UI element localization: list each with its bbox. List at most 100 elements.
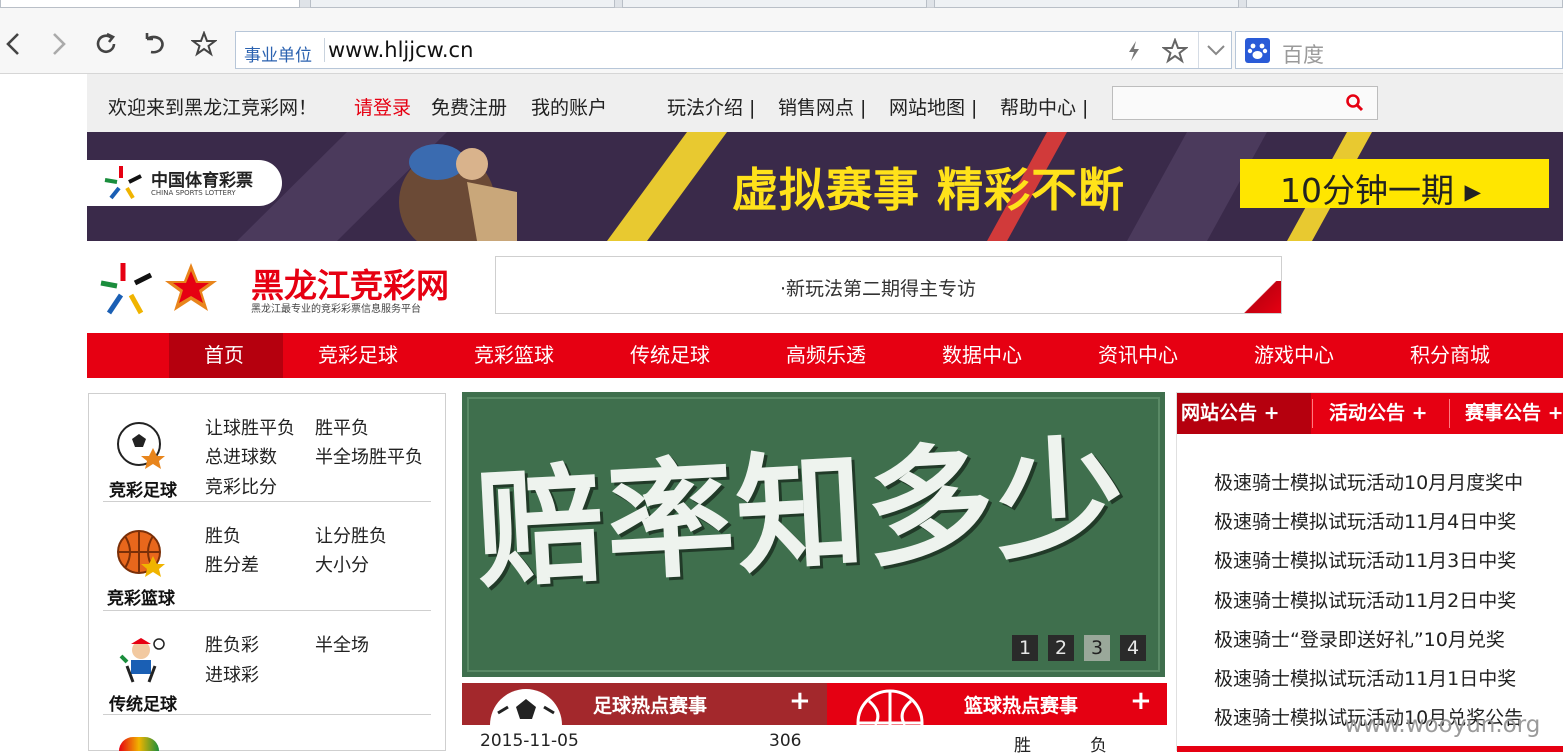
basketball-hot-header[interactable]: 篮球热点赛事 + [827,683,1167,756]
category-title[interactable]: 竞彩足球 [109,476,177,501]
dropdown-chevron-icon[interactable] [1206,42,1226,62]
basketball-hot-more-icon[interactable]: + [1130,686,1152,716]
slider-page-1[interactable]: 1 [1012,635,1038,661]
address-url[interactable]: www.hljjcw.cn [328,38,473,62]
lottery-logo-icon [103,164,143,206]
account-link[interactable]: 我的账户 [531,93,607,120]
top-link-sitemap[interactable]: 网站地图 | [889,93,977,120]
football-hot-header[interactable]: 足球热点赛事 + [462,683,827,756]
nav-home[interactable]: 首页 [204,333,244,378]
horse-jockey-image [377,132,527,241]
category-link[interactable]: 进球彩 [205,661,259,687]
site-search-input[interactable] [1112,86,1378,120]
lightning-icon[interactable] [1126,40,1142,66]
brand-row: 黑龙江竞彩网 黑龙江最专业的竞彩彩票信息服务平台 ·新玩法第二期得主专访 [87,241,1563,333]
category-divider [103,714,431,715]
login-link[interactable]: 请登录 [354,93,411,120]
browser-tab[interactable] [0,0,300,8]
site-top-bar: 欢迎来到黑龙江竞彩网！ 请登录 免费注册 我的账户 玩法介绍 | 销售网点 | … [87,74,1563,132]
football-hot-title: 足球热点赛事 [593,695,708,717]
register-link[interactable]: 免费注册 [431,93,507,120]
browser-tab[interactable] [310,0,615,8]
football-icon [115,420,167,476]
browser-tab-strip [0,0,1563,8]
address-bar[interactable]: 事业单位 www.hljjcw.cn [235,31,1232,69]
lottery-logo-pill: 中国体育彩票 CHINA SPORTS LOTTERY [87,160,282,206]
category-link[interactable]: 胜平负 [315,414,369,440]
news-item[interactable]: 极速骑士模拟试玩活动10月月度奖中 [1214,468,1523,495]
news-item[interactable]: 极速骑士模拟试玩活动11月2日中奖 [1214,586,1516,613]
category-link[interactable]: 让分胜负 [315,522,387,548]
undo-icon[interactable] [141,30,169,58]
browser-tab[interactable] [1246,0,1563,8]
notice-text[interactable]: ·新玩法第二期得主专访 [780,274,976,301]
tab-match-notice[interactable]: 赛事公告 + [1465,393,1563,434]
site-logo-icon [99,259,229,323]
nav-jc-basketball[interactable]: 竞彩篮球 [474,333,554,378]
notice-box[interactable]: ·新玩法第二期得主专访 [495,256,1282,314]
category-panel: 竞彩足球 让球胜平负 胜平负 总进球数 半全场胜平负 竞彩比分 竞彩篮球 胜负 … [88,393,446,751]
forward-icon[interactable] [44,30,72,58]
feature-slider[interactable]: 赔率知多少 1 2 3 4 [462,392,1165,677]
banner-headline: 虚拟赛事 精彩不断 [732,163,1126,217]
bookmark-star-icon[interactable] [190,30,218,58]
match-win[interactable]: 胜 [1014,731,1031,756]
top-link-rules[interactable]: 玩法介绍 | [667,93,755,120]
match-number: 306 [769,731,802,751]
reload-icon[interactable] [92,30,120,58]
category-link[interactable]: 总进球数 [205,443,277,469]
football-hot-more-icon[interactable]: + [789,686,811,716]
category-title[interactable]: 传统足球 [109,690,177,715]
category-link[interactable]: 让球胜平负 [205,414,295,440]
news-item[interactable]: 极速骑士模拟试玩活动11月3日中奖 [1214,546,1516,573]
category-link[interactable]: 半全场 [315,631,369,657]
banner-cta[interactable]: 10分钟一期 ▸ [1240,159,1549,210]
top-link-outlets[interactable]: 销售网点 | [778,93,866,120]
slider-page-2[interactable]: 2 [1048,635,1074,661]
traditional-football-icon [117,636,167,692]
basketball-hot-title: 篮球热点赛事 [964,695,1079,717]
news-item[interactable]: 极速骑士“登录即送好礼”10月兑奖 [1214,625,1505,652]
lottery-org-name: 中国体育彩票 [151,171,253,191]
browser-tab[interactable] [622,0,927,8]
main-nav: 首页 竞彩足球 竞彩篮球 传统足球 高频乐透 数据中心 资讯中心 游戏中心 积分… [87,333,1563,378]
match-row[interactable]: 2015-11-05 306 胜 负 [462,731,1162,756]
tab-site-notice[interactable]: 网站公告 + [1181,393,1280,434]
slider-page-3-active[interactable]: 3 [1084,635,1110,661]
watermark: www.wooyun.org [1344,712,1541,738]
category-link[interactable]: 大小分 [315,551,369,577]
search-placeholder: 百度 [1282,43,1324,67]
match-lose[interactable]: 负 [1090,731,1107,756]
announcement-tabs: 网站公告 + 活动公告 + 赛事公告 + [1177,393,1563,434]
next-category-icon [119,737,159,751]
category-link[interactable]: 胜分差 [205,551,259,577]
back-icon[interactable] [0,30,28,58]
promo-banner[interactable]: 中国体育彩票 CHINA SPORTS LOTTERY 虚拟赛事 精彩不断 10… [87,132,1563,241]
tab-divider [1449,399,1450,428]
category-title[interactable]: 竞彩篮球 [107,584,175,609]
site-tagline: 黑龙江最专业的竞彩彩票信息服务平台 [251,304,421,315]
lottery-org-english: CHINA SPORTS LOTTERY [151,189,236,197]
nav-points-mall[interactable]: 积分商城 [1410,333,1490,378]
category-link[interactable]: 胜负彩 [205,631,259,657]
news-item[interactable]: 极速骑士模拟试玩活动11月1日中奖 [1214,664,1516,691]
nav-traditional-football[interactable]: 传统足球 [630,333,710,378]
nav-high-frequency[interactable]: 高频乐透 [786,333,866,378]
search-icon[interactable] [1345,93,1365,117]
nav-jc-football[interactable]: 竞彩足球 [318,333,398,378]
browser-tab[interactable] [934,0,1239,8]
category-link[interactable]: 胜负 [205,522,241,548]
nav-news-center[interactable]: 资讯中心 [1098,333,1178,378]
news-item[interactable]: 极速骑士模拟试玩活动11月4日中奖 [1214,507,1516,534]
basketball-icon [115,528,167,584]
category-link[interactable]: 竞彩比分 [205,473,277,499]
favorite-star-icon[interactable] [1161,37,1189,68]
search-box[interactable]: 百度 [1235,31,1563,69]
nav-game-center[interactable]: 游戏中心 [1254,333,1334,378]
address-divider [324,38,325,62]
tab-activity-notice[interactable]: 活动公告 + [1329,393,1428,434]
slider-page-4[interactable]: 4 [1120,635,1146,661]
nav-data-center[interactable]: 数据中心 [942,333,1022,378]
category-link[interactable]: 半全场胜平负 [315,443,423,469]
top-link-help[interactable]: 帮助中心 | [1000,93,1088,120]
